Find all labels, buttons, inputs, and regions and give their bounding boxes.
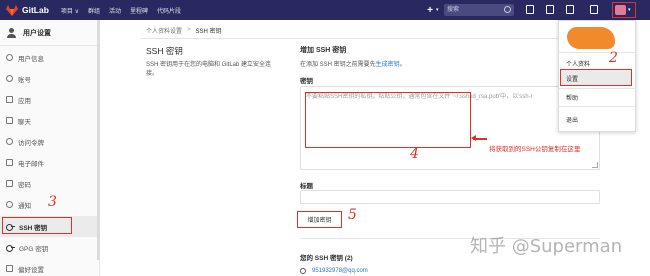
lock-icon [6,180,13,187]
sidebar-item-label: 账号 [18,76,31,84]
gear-icon [6,75,13,82]
annotation-step-4: 4 [410,146,419,162]
page-title: SSH 密钥 [146,46,183,56]
hint-text: 在添加 SSH 密钥之前需要先 [300,62,376,68]
annotation-step-2: 2 [609,50,618,66]
sidebar-item-emails[interactable]: 电子邮件 [0,152,100,173]
sidebar-item-label: 电子邮件 [18,160,44,168]
sidebar-item-gpg-keys[interactable]: GPG 密钥 [0,237,100,258]
hint-suffix: 。 [399,62,406,68]
key-list-item[interactable]: 951932978@qq.com [312,268,368,274]
envelope-icon [6,159,13,166]
annotation-highlight-box [2,217,72,234]
key-icon [6,244,15,252]
sidebar-item-applications[interactable]: 应用 [0,89,100,110]
sidebar-item-password[interactable]: 密码 [0,173,100,194]
breadcrumb-current: SSH 密钥 [195,28,222,35]
sidebar-item-label: 密码 [18,181,31,189]
user-icon [6,54,13,61]
nav-groups[interactable]: 群组 [88,6,100,15]
menu-item-signout[interactable]: 退出 [558,112,636,126]
watermark: 知乎 @Superman [470,236,623,257]
sidebar-item-label: 偏好设置 [18,266,44,274]
sidebar-item-label: GPG 密钥 [19,245,49,253]
sidebar-header[interactable]: 用户设置 [0,20,100,46]
page-description: SSH 密钥用于在您的电脑和 GitLab 建立安全连接。 [146,62,272,77]
redacted-username [567,27,615,49]
nav-milestones[interactable]: 里程碑 [130,6,148,15]
settings-sidebar: 用户设置 用户信息 账号 应用 聊天 访问令牌 电子邮件 密码 通知 SSH 密… [0,20,100,276]
avatar [615,5,626,15]
annotation-step-5: 5 [348,207,357,223]
nav-snippets[interactable]: 代码片段 [157,6,181,15]
sidebar-item-preferences[interactable]: 偏好设置 [0,258,100,276]
brand-name: GitLab [22,5,49,15]
sidebar-item-label: 应用 [18,97,31,105]
todo-icon[interactable] [526,5,534,14]
sidebar-item-label: 聊天 [18,118,31,126]
user-avatar-button[interactable]: ▾ [612,2,636,18]
title-label: 标题 [300,183,313,190]
generate-key-link[interactable]: 生成密钥 [376,62,400,68]
menu-item-settings[interactable]: 设置 [558,71,636,85]
title-input[interactable] [300,190,600,204]
sidebar-scrollbar[interactable] [97,20,100,260]
form-hint: 在添加 SSH 密钥之前需要先生成密钥。 [300,59,406,68]
gitlab-fox-icon [6,4,18,16]
sidebar-item-label: 用户信息 [18,55,44,63]
key-icon [300,268,306,274]
divider [140,38,610,39]
annotation-highlight-box [305,92,471,148]
issues-icon[interactable] [566,5,574,14]
divider [558,52,636,53]
sidebar-item-label: 通知 [18,202,31,210]
search-input[interactable]: 搜索 [444,4,514,16]
cloud-icon [6,96,13,103]
sidebar-item-access-tokens[interactable]: 访问令牌 [0,131,100,152]
annotation-arrow-icon [471,135,487,141]
form-heading: 增加 SSH 密钥 [300,47,347,54]
nav-projects[interactable]: 项目 ∨ [61,6,79,15]
search-icon [504,6,511,13]
divider [558,88,636,89]
annotation-step-3: 3 [48,194,57,210]
gitlab-logo[interactable]: GitLab [6,4,49,16]
add-key-button[interactable]: 增加密钥 [297,211,342,228]
divider [558,106,636,107]
breadcrumb: 个人资料设置 > SSH 密钥 [146,22,222,38]
search-placeholder: 搜索 [447,7,460,13]
key-label: 密钥 [300,78,313,85]
sidebar-item-profile[interactable]: 用户信息 [0,47,100,68]
link-icon [6,138,13,145]
sidebar-item-label: 访问令牌 [18,139,44,147]
menu-item-help[interactable]: 帮助 [558,90,636,104]
merge-request-icon[interactable] [546,5,554,14]
main-nav: 项目 ∨ 群组 活动 里程碑 代码片段 [61,6,190,15]
chat-icon [6,117,13,124]
resize-grip-icon[interactable] [592,162,598,168]
breadcrumb-separator: > [187,27,191,33]
bell-icon [6,201,13,208]
sidebar-item-account[interactable]: 账号 [0,68,100,89]
chevron-down-icon: ▾ [628,7,631,13]
chevron-down-icon[interactable]: ▾ [436,7,439,13]
keys-list-heading: 您的 SSH 密钥 (2) [300,255,353,262]
breadcrumb-parent[interactable]: 个人资料设置 [146,26,182,35]
menu-item-profile[interactable]: 个人资料 [558,56,636,70]
annotation-note: 将获取到的SSH公钥复制在这里 [489,146,581,153]
checkmark-icon[interactable] [590,5,598,14]
sidebar-item-chat[interactable]: 聊天 [0,110,100,131]
new-item-plus-icon[interactable]: + [423,4,437,16]
sidebar-title: 用户设置 [23,29,51,37]
nav-activity[interactable]: 活动 [109,6,121,15]
user-icon [7,28,16,38]
sliders-icon [6,265,13,272]
